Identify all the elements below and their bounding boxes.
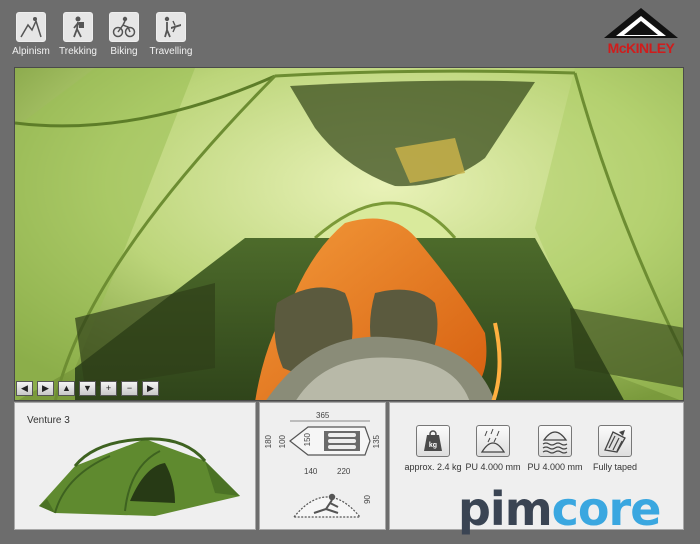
biking-icon	[109, 12, 139, 42]
feature-fly-label: PU 4.000 mm	[465, 462, 521, 472]
dimensions-panel: 365 180 100 150 135 140 220 90	[259, 402, 386, 530]
travelling-icon	[156, 12, 186, 42]
activity-label: Travelling	[149, 46, 193, 57]
dimension-width-inner: 100	[278, 435, 287, 449]
activity-trekking[interactable]: Trekking	[56, 12, 100, 57]
tent-exterior-illustration	[39, 437, 240, 516]
dimension-inner-width: 150	[303, 433, 312, 447]
taped-seams-icon	[598, 425, 632, 457]
activity-label: Alpinism	[12, 46, 50, 57]
pimcore-logo-pim: pim	[458, 482, 553, 536]
tent-interior-photo[interactable]	[14, 67, 684, 401]
viewer-controls: ◀ ▶ ▲ ▼ + − ▶	[16, 381, 159, 399]
dimension-width-right: 135	[372, 435, 381, 449]
alpinism-icon	[16, 12, 46, 42]
play-button[interactable]: ▶	[142, 381, 159, 396]
zoom-in-button[interactable]: +	[100, 381, 117, 396]
pan-left-button[interactable]: ◀	[16, 381, 33, 396]
pan-right-button[interactable]: ▶	[37, 381, 54, 396]
feature-taped-label: Fully taped	[592, 462, 638, 472]
activity-label: Trekking	[59, 46, 97, 57]
dimension-inner-length: 220	[337, 467, 351, 476]
mountain-logo-icon	[604, 8, 678, 38]
dimension-vestibule: 140	[304, 467, 318, 476]
mckinley-logo[interactable]: McKINLEY	[596, 6, 686, 60]
activity-alpinism[interactable]: Alpinism	[9, 12, 53, 57]
activity-label: Biking	[110, 46, 138, 57]
waterproof-fly-icon	[476, 425, 510, 457]
weight-icon-glyph: kg	[429, 442, 437, 449]
height-profile-diagram	[292, 493, 362, 518]
dimension-width-outer: 180	[264, 435, 273, 449]
feature-taped-seams: Fully taped	[580, 425, 650, 472]
pimcore-logo[interactable]: pimcore	[458, 486, 661, 532]
activity-travelling[interactable]: Travelling	[149, 12, 193, 57]
weight-icon: kg	[416, 425, 450, 457]
dimension-height: 90	[363, 495, 372, 504]
feature-fly-waterproof: PU 4.000 mm	[458, 425, 528, 472]
trekking-icon	[63, 12, 93, 42]
activity-biking[interactable]: Biking	[102, 12, 146, 57]
pimcore-logo-core: core	[551, 482, 662, 536]
waterproof-floor-icon	[538, 425, 572, 457]
pan-down-button[interactable]: ▼	[79, 381, 96, 396]
product-panel: Venture 3	[14, 402, 256, 530]
zoom-out-button[interactable]: −	[121, 381, 138, 396]
brand-name: McKINLEY	[607, 40, 675, 56]
pan-up-button[interactable]: ▲	[58, 381, 75, 396]
